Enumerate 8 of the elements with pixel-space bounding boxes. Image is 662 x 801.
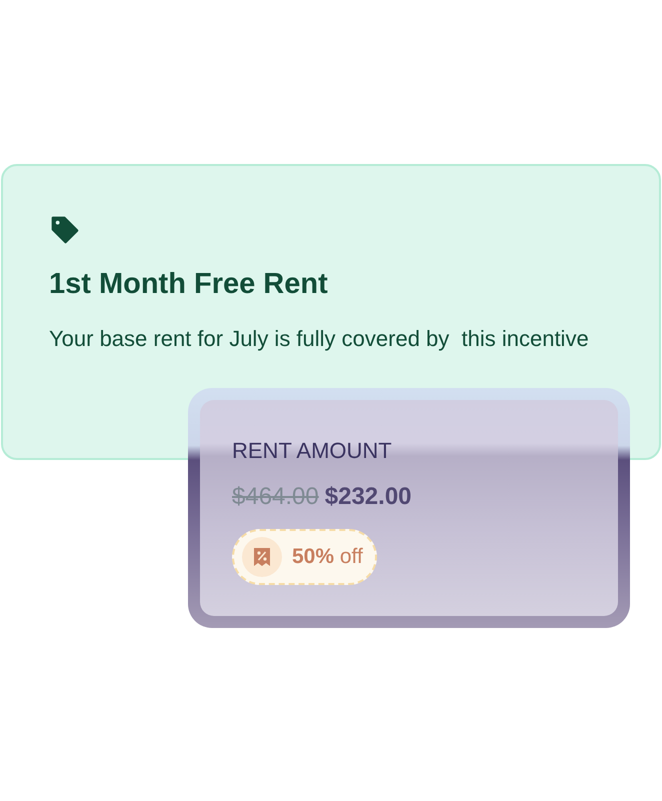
discounted-price: $232.00 bbox=[324, 482, 412, 512]
discount-text: 50% off bbox=[292, 544, 363, 570]
original-price: $464.00 bbox=[232, 482, 319, 512]
rent-label: RENT AMOUNT bbox=[232, 437, 393, 465]
incentive-description: Your base rent for July is fully covered by this incentive bbox=[49, 325, 589, 353]
tag-icon bbox=[49, 214, 81, 246]
coupon-icon bbox=[242, 537, 282, 577]
incentive-title: 1st Month Free Rent bbox=[49, 267, 329, 302]
